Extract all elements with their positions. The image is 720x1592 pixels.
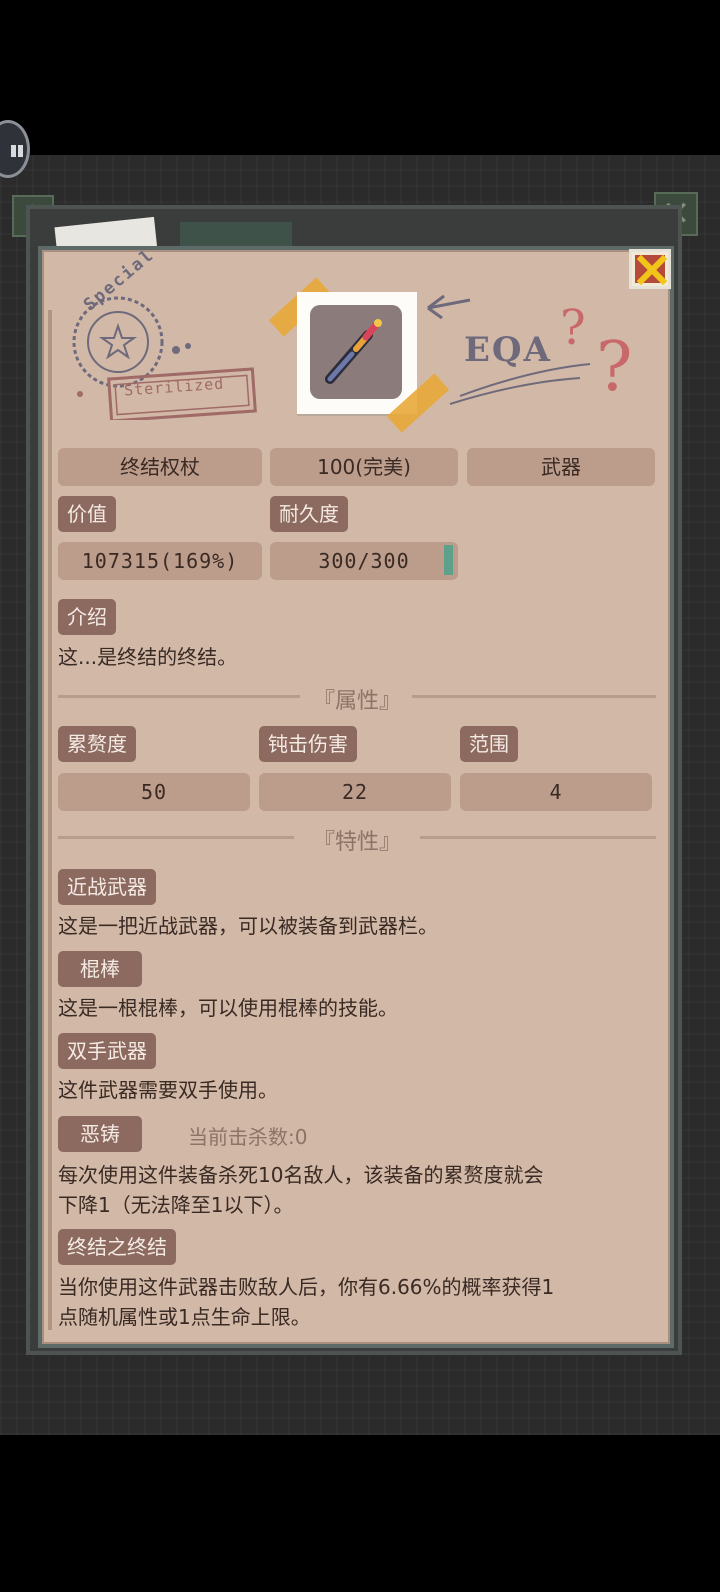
traits-section-title: 『特性』 <box>312 830 401 855</box>
trait-label: 近战武器 <box>58 869 156 905</box>
trait-description: 这是一把近战武器，可以被装备到武器栏。 <box>58 914 438 938</box>
value-amount: 107315(169%) <box>58 542 262 580</box>
svg-text:?: ? <box>560 300 586 356</box>
trait-label: 棍棒 <box>58 951 142 987</box>
item-quality: 100(完美) <box>270 448 458 486</box>
item-icon-frame <box>297 292 417 414</box>
durability-bar <box>444 545 453 575</box>
svg-text:?: ? <box>596 328 632 407</box>
intro-label: 介绍 <box>58 599 116 635</box>
durability-label: 耐久度 <box>270 496 348 532</box>
item-icon-background <box>310 305 402 399</box>
trait-label: 恶铸 <box>58 1116 142 1152</box>
attribute-label: 钝击伤害 <box>259 726 357 762</box>
trait-description: 每次使用这件装备杀死10名敌人，该装备的累赘度就会 <box>58 1163 544 1187</box>
close-x-glyph <box>636 255 668 285</box>
trait-description: 点随机属性或1点生命上限。 <box>58 1305 311 1329</box>
attribute-value: 22 <box>259 773 451 811</box>
trait-description: 下降1（无法降至1以下）。 <box>58 1193 294 1217</box>
value-label: 价值 <box>58 496 116 532</box>
section-divider <box>58 836 294 839</box>
close-button[interactable] <box>629 249 671 289</box>
trait-description: 这件武器需要双手使用。 <box>58 1078 278 1102</box>
attributes-section-title: 『属性』 <box>312 689 401 714</box>
section-divider <box>58 695 300 698</box>
section-divider <box>412 695 656 698</box>
item-name: 终结权杖 <box>58 448 262 486</box>
trait-label: 双手武器 <box>58 1033 156 1069</box>
scepter-icon <box>325 319 382 384</box>
attribute-label: 累赘度 <box>58 726 136 762</box>
attribute-label: 范围 <box>460 726 518 762</box>
section-divider <box>420 836 656 839</box>
item-category: 武器 <box>467 448 655 486</box>
attribute-value: 4 <box>460 773 652 811</box>
trait-description: 当你使用这件武器击败敌人后，你有6.66%的概率获得1 <box>58 1275 555 1299</box>
intro-text: 这...是终结的终结。 <box>58 645 238 669</box>
durability-amount: 300/300 <box>270 542 458 580</box>
kill-count-text: 当前击杀数:0 <box>188 1125 308 1149</box>
scribble-text: EQA <box>464 330 552 370</box>
trait-label: 终结之终结 <box>58 1229 176 1265</box>
attribute-value: 50 <box>58 773 250 811</box>
trait-description: 这是一根棍棒，可以使用棍棒的技能。 <box>58 996 398 1020</box>
